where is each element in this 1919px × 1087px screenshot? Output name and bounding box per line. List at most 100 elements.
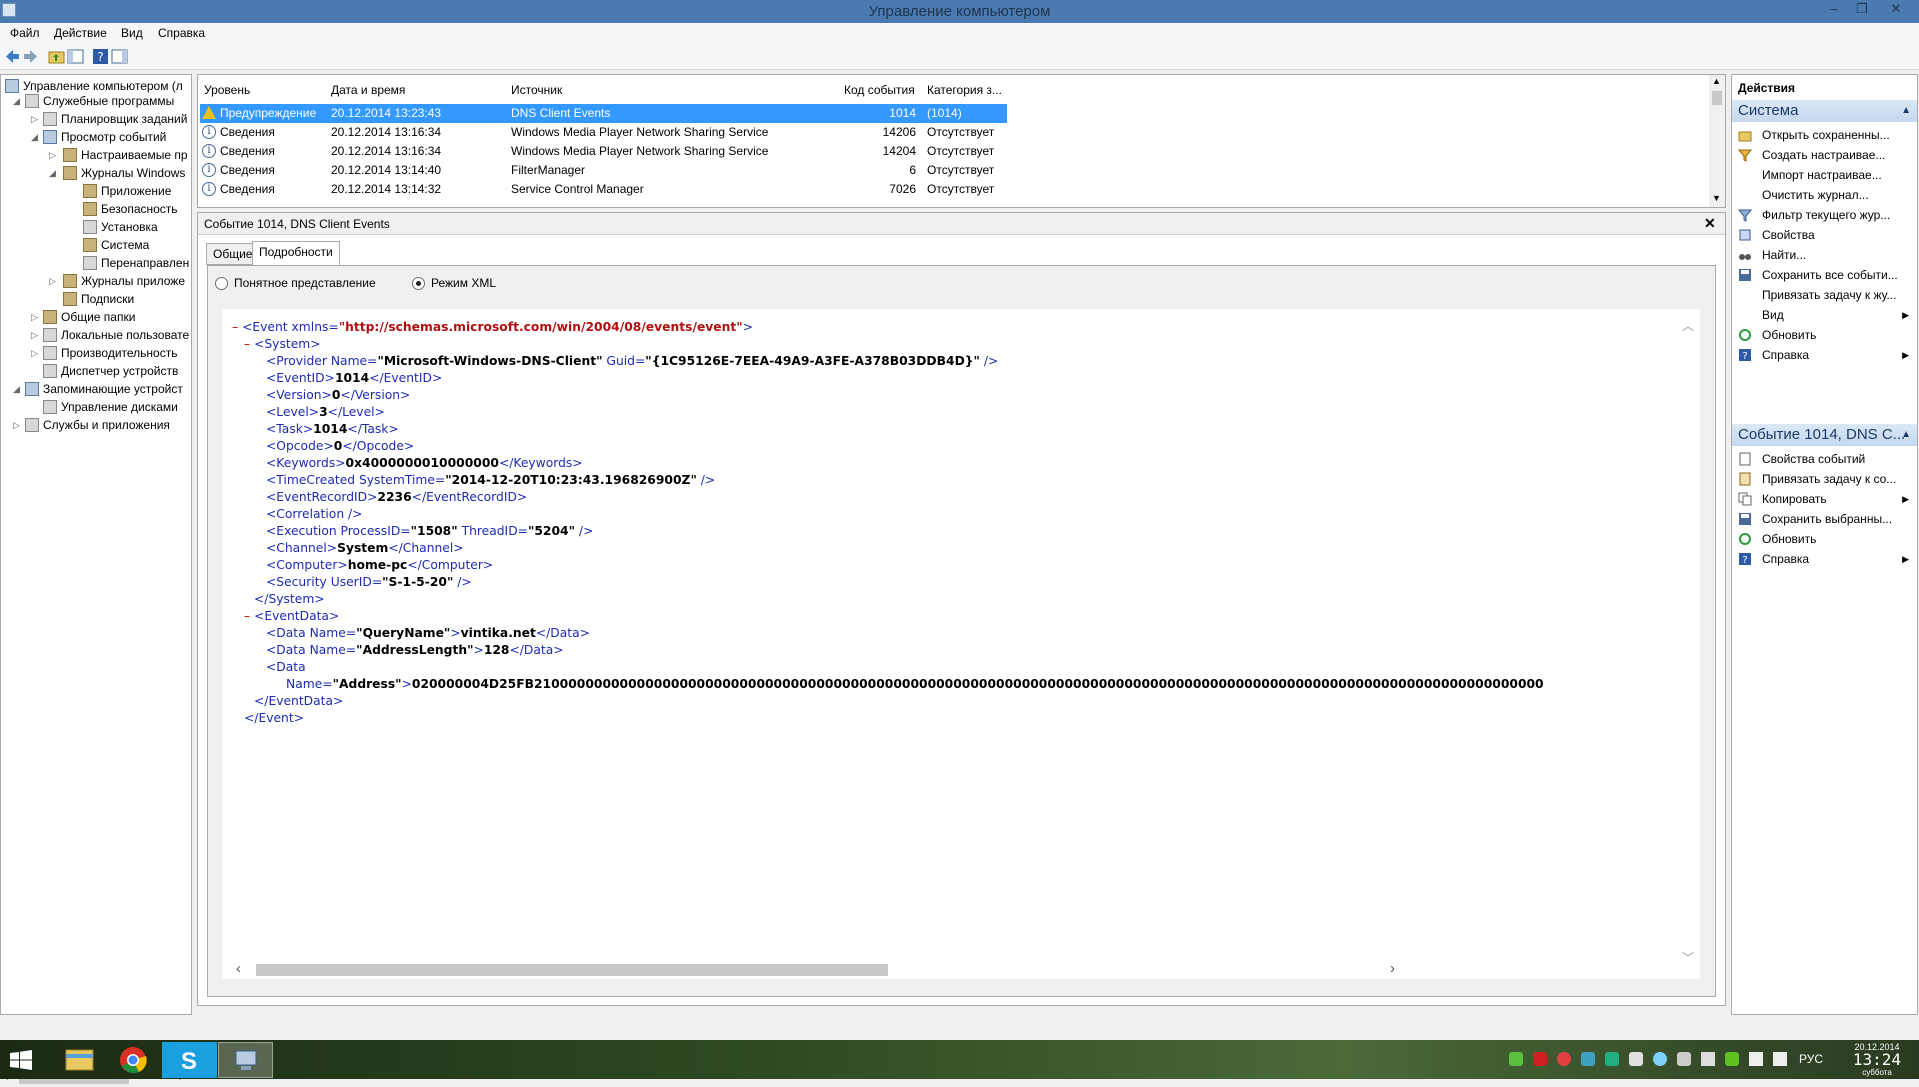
action-item[interactable]: Создать настраивае...	[1732, 145, 1917, 165]
windows-start-icon[interactable]	[10, 1050, 32, 1070]
tree-item-services-apps[interactable]: Службы и приложения	[25, 416, 170, 434]
tree-item-performance[interactable]: Производительность	[43, 344, 177, 362]
scrollbar-thumb[interactable]	[1712, 91, 1722, 105]
up-folder-icon[interactable]	[48, 48, 65, 65]
action-item[interactable]: Найти...	[1732, 245, 1917, 265]
expand-arrow-icon[interactable]: ▷	[49, 272, 56, 290]
table-row[interactable]: Предупреждение 20.12.2014 13:23:43 DNS C…	[200, 104, 1007, 123]
tray-app-icon[interactable]	[1557, 1052, 1571, 1066]
menu-help[interactable]: Справка	[158, 26, 205, 40]
scroll-up-icon[interactable]: ︿	[1682, 317, 1694, 334]
tree-item-custom-views[interactable]: Настраиваемые пр	[63, 146, 188, 164]
column-header-event-id[interactable]: Код события	[844, 83, 915, 97]
tree-item-device-manager[interactable]: Диспетчер устройств	[43, 362, 178, 380]
scroll-up-icon[interactable]: ▲	[1712, 76, 1721, 86]
column-header-date[interactable]: Дата и время	[331, 83, 405, 97]
tree-item-task-scheduler[interactable]: Планировщик заданий	[43, 110, 187, 128]
table-row[interactable]: i Сведения 20.12.2014 13:16:34 Windows M…	[200, 142, 1007, 161]
taskbar-skype[interactable]: S	[162, 1042, 217, 1078]
action-item[interactable]: ? Справка ▶	[1732, 549, 1917, 569]
tree-item-windows-logs[interactable]: Журналы Windows	[63, 164, 185, 182]
collapse-arrow-icon[interactable]: ◢	[49, 164, 56, 182]
security-icon[interactable]	[1629, 1052, 1643, 1066]
taskbar-explorer[interactable]	[52, 1042, 107, 1078]
action-item[interactable]: Очистить журнал...	[1732, 185, 1917, 205]
collapse-arrow-icon[interactable]: ◢	[13, 380, 20, 398]
expand-arrow-icon[interactable]: ▷	[31, 344, 38, 362]
tree-item-event-viewer[interactable]: Просмотр событий	[43, 128, 166, 146]
tree-item-system[interactable]: Система	[83, 236, 149, 254]
scroll-down-icon[interactable]: ▼	[1712, 193, 1721, 203]
collapse-toggle[interactable]: –	[244, 609, 250, 623]
flag-icon[interactable]	[1701, 1052, 1715, 1066]
help-icon[interactable]: ?	[92, 48, 109, 65]
expand-arrow-icon[interactable]: ▷	[31, 110, 38, 128]
tree-item-storage[interactable]: Запоминающие устройст	[25, 380, 183, 398]
action-item[interactable]: Привязать задачу к жу...	[1732, 285, 1917, 305]
menu-action[interactable]: Действие	[54, 26, 107, 40]
action-item[interactable]: Сохранить выбранны...	[1732, 509, 1917, 529]
tray-app-icon[interactable]	[1533, 1052, 1547, 1066]
back-icon[interactable]	[4, 48, 21, 65]
network-icon[interactable]	[1749, 1052, 1763, 1066]
radio-friendly-view[interactable]	[215, 277, 228, 290]
radio-xml-view[interactable]	[412, 277, 425, 290]
language-indicator[interactable]: РУС	[1799, 1052, 1823, 1066]
restore-button[interactable]: ❐	[1848, 0, 1876, 20]
tree-item-shared-folders[interactable]: Общие папки	[43, 308, 135, 326]
tray-app-icon[interactable]	[1509, 1052, 1523, 1066]
expand-arrow-icon[interactable]: ▷	[31, 326, 38, 344]
taskbar-chrome[interactable]	[106, 1042, 161, 1078]
menu-file[interactable]: Файл	[10, 26, 40, 40]
action-item[interactable]: Обновить	[1732, 325, 1917, 345]
expand-arrow-icon[interactable]: ▷	[49, 146, 56, 164]
action-item[interactable]: Свойства событий	[1732, 449, 1917, 469]
expand-arrow-icon[interactable]: ▷	[13, 416, 20, 434]
tray-app-icon[interactable]	[1581, 1052, 1595, 1066]
close-icon[interactable]: ✕	[1704, 215, 1716, 232]
action-item[interactable]: Обновить	[1732, 529, 1917, 549]
collapse-toggle[interactable]: –	[244, 337, 250, 351]
tree-item-forwarded[interactable]: Перенаправлен	[83, 254, 189, 272]
tree-item-local-users[interactable]: Локальные пользовате	[43, 326, 189, 344]
menu-view[interactable]: Вид	[121, 26, 143, 40]
collapse-toggle[interactable]: –	[232, 320, 238, 334]
list-vertical-scrollbar[interactable]: ▲ ▼	[1709, 75, 1725, 207]
actions-section-event[interactable]: Событие 1014, DNS C... ▲	[1732, 424, 1917, 446]
scroll-right-icon[interactable]: ›	[1390, 960, 1395, 977]
taskbar-computer-management[interactable]	[218, 1042, 273, 1078]
xml-horizontal-scrollbar[interactable]: ‹ ›	[222, 959, 1700, 979]
collapse-arrow-icon[interactable]: ◢	[13, 92, 20, 110]
tree-item-system-tools[interactable]: Служебные программы	[25, 92, 174, 110]
tree-item-disk-management[interactable]: Управление дисками	[43, 398, 178, 416]
action-item[interactable]: Сохранить все событи...	[1732, 265, 1917, 285]
column-header-level[interactable]: Уровень	[204, 83, 250, 97]
collapse-section-icon[interactable]: ▲	[1901, 100, 1911, 122]
nvidia-icon[interactable]	[1725, 1052, 1739, 1066]
show-hide-action-pane-icon[interactable]	[111, 48, 128, 65]
forward-icon[interactable]	[22, 48, 39, 65]
action-item[interactable]: Вид ▶	[1732, 305, 1917, 325]
tree-item-setup[interactable]: Установка	[83, 218, 158, 236]
table-row[interactable]: i Сведения 20.12.2014 13:16:34 Windows M…	[200, 123, 1007, 142]
tray-app-icon[interactable]	[1677, 1052, 1691, 1066]
tree-item-app-logs[interactable]: Журналы приложе	[63, 272, 185, 290]
tab-details[interactable]: Подробности	[252, 241, 340, 266]
action-item[interactable]: ? Справка ▶	[1732, 345, 1917, 365]
actions-section-system[interactable]: Система ▲	[1732, 100, 1917, 122]
show-hide-tree-icon[interactable]	[67, 48, 84, 65]
clock[interactable]: 20.12.2014 13:24 суббота	[1839, 1042, 1915, 1077]
action-item[interactable]: Свойства	[1732, 225, 1917, 245]
action-item[interactable]: Открыть сохраненны...	[1732, 125, 1917, 145]
action-item[interactable]: Привязать задачу к со...	[1732, 469, 1917, 489]
tray-app-icon[interactable]	[1653, 1052, 1667, 1066]
column-header-category[interactable]: Категория з...	[927, 83, 1002, 97]
action-item[interactable]: Импорт настраивае...	[1732, 165, 1917, 185]
xml-view[interactable]: – <Event xmlns="http://schemas.microsoft…	[222, 309, 1700, 979]
column-header-source[interactable]: Источник	[511, 83, 562, 97]
collapse-section-icon[interactable]: ▲	[1901, 424, 1911, 446]
action-item[interactable]: Фильтр текущего жур...	[1732, 205, 1917, 225]
scrollbar-thumb[interactable]	[256, 964, 888, 976]
minimize-button[interactable]: –	[1820, 0, 1848, 20]
action-item[interactable]: Копировать ▶	[1732, 489, 1917, 509]
